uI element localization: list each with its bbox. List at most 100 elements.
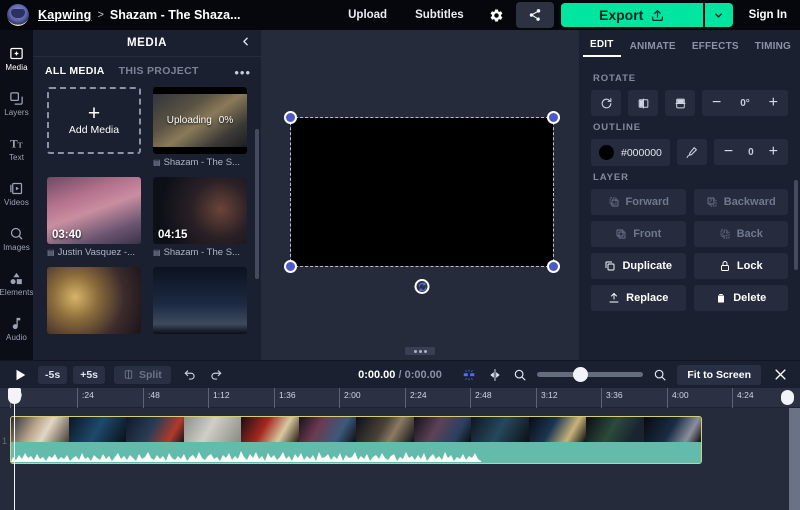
video-stage[interactable] — [291, 118, 553, 266]
ruler-tick: 4:24 — [732, 388, 754, 408]
subtitles-button[interactable]: Subtitles — [401, 9, 478, 21]
media-item[interactable]: 03:40 ▤ Justin Vasquez -... — [47, 177, 141, 258]
upload-button[interactable]: Upload — [334, 9, 401, 21]
timeline[interactable]: :0 :24 :48 1:12 1:36 2:00 2:24 2:48 3:12… — [0, 388, 800, 510]
kapwing-video-editor: Kapwing > Shazam - The Shaza... Upload S… — [0, 0, 800, 510]
layer-backward-button[interactable]: Backward — [694, 189, 789, 215]
media-item[interactable]: Uploading 0% ▤ Shazam - The S... — [153, 87, 247, 168]
media-item[interactable]: 04:15 ▤ Shazam - The S... — [153, 177, 247, 258]
sidebar-item-label: Media — [5, 63, 27, 72]
split-button[interactable]: Split — [114, 366, 171, 384]
delete-button[interactable]: Delete — [694, 285, 789, 311]
resize-handle-bottom-right[interactable] — [547, 260, 560, 273]
media-panel-header: MEDIA — [33, 30, 261, 57]
resize-handle-top-right[interactable] — [547, 111, 560, 124]
tab-timing[interactable]: TIMING — [748, 41, 798, 57]
brand-link[interactable]: Kapwing — [38, 8, 91, 22]
media-item[interactable] — [153, 267, 247, 334]
flip-horizontal-button[interactable] — [628, 90, 658, 116]
rotate-decrease-button[interactable]: − — [712, 95, 721, 111]
sidebar-item-text[interactable]: TT Text — [0, 126, 33, 171]
sidebar-item-media[interactable]: Media — [0, 36, 33, 81]
redo-icon — [209, 368, 223, 382]
back-5s-button[interactable]: -5s — [38, 366, 67, 384]
ruler-tick: 1:12 — [208, 388, 230, 408]
sidebar-item-audio[interactable]: Audio — [0, 306, 33, 351]
canvas-resize-grip[interactable] — [405, 347, 435, 355]
zoom-in-button[interactable] — [653, 368, 667, 382]
timeline-vertical-scrollbar[interactable] — [789, 408, 800, 510]
share-button[interactable] — [516, 2, 554, 28]
lock-button[interactable]: Lock — [694, 253, 789, 279]
sidebar-item-elements[interactable]: Elements — [0, 261, 33, 306]
timeline-ruler[interactable]: :0 :24 :48 1:12 1:36 2:00 2:24 2:48 3:12… — [0, 388, 800, 408]
collapse-panel-button[interactable] — [239, 35, 252, 53]
zoom-out-button[interactable] — [513, 368, 527, 382]
sidebar-item-layers[interactable]: Layers — [0, 81, 33, 126]
sign-in-button[interactable]: Sign In — [733, 9, 800, 21]
outline-decrease-button[interactable]: − — [724, 144, 733, 160]
playhead-handle[interactable] — [8, 388, 21, 404]
outline-section-label: OUTLINE — [593, 122, 788, 133]
rotate-increase-button[interactable]: + — [769, 95, 778, 111]
sidebar-item-videos[interactable]: Videos — [0, 171, 33, 216]
zoom-slider-knob[interactable] — [573, 367, 588, 382]
current-time: 0:00.00 — [358, 369, 395, 381]
eyedropper-button[interactable] — [677, 139, 707, 165]
rotate-handle[interactable] — [415, 279, 430, 294]
tab-this-project[interactable]: THIS PROJECT — [119, 65, 199, 77]
add-media-button[interactable]: + Add Media — [47, 87, 141, 154]
export-button[interactable]: Export — [561, 3, 703, 27]
media-caption-text: Justin Vasquez -... — [58, 247, 135, 258]
layer-front-icon — [615, 228, 627, 240]
brand-avatar-icon[interactable] — [7, 4, 29, 26]
outline-increase-button[interactable]: + — [769, 144, 778, 160]
align-center-button[interactable] — [487, 368, 503, 382]
close-timeline-button[interactable] — [771, 367, 792, 382]
resize-handle-top-left[interactable] — [284, 111, 297, 124]
layer-front-button[interactable]: Front — [591, 221, 686, 247]
media-scrollbar[interactable] — [255, 129, 259, 279]
clip-waveform — [11, 450, 481, 462]
tab-all-media[interactable]: ALL MEDIA — [45, 65, 105, 77]
chevron-left-icon — [239, 35, 252, 48]
redo-button[interactable] — [209, 368, 223, 382]
project-title[interactable]: Shazam - The Shaza... — [110, 8, 241, 22]
forward-5s-button[interactable]: +5s — [73, 366, 105, 384]
time-separator: / — [398, 369, 401, 381]
snap-magnet-button[interactable] — [461, 368, 477, 382]
media-caption: ▤ Justin Vasquez -... — [47, 247, 141, 258]
media-grid: + Add Media Uploading 0% ▤ Shazam - The … — [33, 83, 261, 342]
tab-animate[interactable]: ANIMATE — [623, 41, 683, 57]
filmstrip-frame — [69, 417, 127, 442]
layer-forward-button[interactable]: Forward — [591, 189, 686, 215]
rotate-cw-button[interactable] — [591, 90, 621, 116]
layer-back-button[interactable]: Back — [694, 221, 789, 247]
media-caption-text: Shazam - The S... — [164, 157, 240, 168]
undo-button[interactable] — [183, 368, 197, 382]
sidebar-item-label: Images — [3, 243, 30, 252]
flip-vertical-button[interactable] — [665, 90, 695, 116]
tab-effects[interactable]: EFFECTS — [685, 41, 746, 57]
media-more-options-icon[interactable]: ••• — [234, 66, 251, 79]
zoom-slider[interactable] — [537, 372, 643, 377]
outline-color-picker[interactable]: #000000 — [591, 139, 670, 166]
settings-button[interactable] — [484, 2, 510, 28]
canvas-area[interactable] — [261, 30, 579, 360]
replace-button[interactable]: Replace — [591, 285, 686, 311]
fit-to-screen-button[interactable]: Fit to Screen — [677, 365, 761, 385]
properties-scrollbar[interactable] — [794, 180, 798, 270]
timeline-clip[interactable] — [10, 416, 702, 464]
tab-edit[interactable]: EDIT — [583, 39, 621, 57]
sidebar-item-images[interactable]: Images — [0, 216, 33, 261]
duplicate-button[interactable]: Duplicate — [591, 253, 686, 279]
media-thumbnail — [153, 267, 247, 334]
rotate-value: 0° — [740, 98, 750, 109]
resize-handle-bottom-left[interactable] — [284, 260, 297, 273]
rotate-stepper: − 0° + — [702, 90, 788, 116]
timeline-end-handle[interactable] — [781, 390, 794, 405]
export-options-button[interactable] — [705, 3, 733, 27]
media-panel: MEDIA ALL MEDIA THIS PROJECT ••• + Add M… — [33, 30, 261, 360]
play-button[interactable] — [8, 368, 32, 382]
media-item[interactable] — [47, 267, 141, 334]
